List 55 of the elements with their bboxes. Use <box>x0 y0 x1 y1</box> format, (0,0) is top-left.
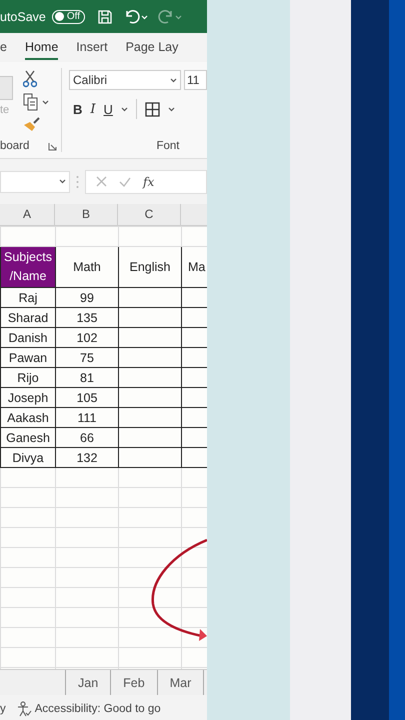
italic-button[interactable]: I <box>90 102 96 116</box>
table-cell: 135 <box>56 308 118 328</box>
accessibility-icon[interactable] <box>16 701 32 717</box>
font-name-field[interactable]: Calibri <box>69 70 181 90</box>
group-label: Font <box>155 140 180 152</box>
group-label: board <box>0 140 30 152</box>
table-cell: 81 <box>56 368 118 388</box>
table-cell: Ganesh <box>0 428 56 448</box>
ribbon-tab[interactable]: Home <box>24 36 58 60</box>
autosave-label: utoSave <box>0 10 46 24</box>
table-cell: Divya <box>0 448 56 468</box>
table-cell: 111 <box>56 408 118 428</box>
ribbon-tab[interactable]: Insert <box>76 36 108 60</box>
caret-icon[interactable] <box>168 106 175 112</box>
caret-icon[interactable] <box>170 78 177 82</box>
table-cell: Joseph <box>0 388 56 408</box>
table-cell: Danish <box>0 328 56 348</box>
accessibility-status[interactable]: Accessibility: Good to go <box>34 703 161 715</box>
status-text: y <box>0 703 6 715</box>
table-header: Subjects /Name <box>0 246 56 288</box>
table-cell: Pawan <box>0 348 56 368</box>
column-header[interactable]: B <box>55 204 118 225</box>
redo-icon[interactable] <box>157 8 184 24</box>
format-painter-icon[interactable] <box>23 116 41 132</box>
table-cell: 102 <box>56 328 118 348</box>
table-cell: 66 <box>56 428 118 448</box>
autosave-toggle[interactable]: Off <box>52 10 86 24</box>
ribbon-tab[interactable]: Page Lay <box>126 36 178 60</box>
table-cell: Sharad <box>0 308 56 328</box>
table-cell: 99 <box>56 288 118 308</box>
bold-button[interactable]: B <box>73 102 82 116</box>
formula-bar[interactable]: fx <box>85 170 207 194</box>
insert-function-button[interactable]: fx <box>143 174 154 188</box>
table-cell: 75 <box>56 348 118 368</box>
table-header: Math <box>56 246 118 288</box>
borders-icon[interactable] <box>144 102 160 116</box>
copy-icon[interactable] <box>23 93 39 111</box>
ribbon-tab[interactable]: e <box>0 36 7 60</box>
column-header[interactable]: A <box>0 204 55 225</box>
underline-button[interactable]: U <box>104 102 113 116</box>
table-cell: Rijo <box>0 368 56 388</box>
table-cell: Raj <box>0 288 56 308</box>
scissors-icon[interactable] <box>23 70 37 88</box>
table-cell: 105 <box>56 388 118 408</box>
table-cell: 132 <box>56 448 118 468</box>
font-size-field[interactable]: 11 <box>184 70 207 90</box>
dialog-launcher-icon[interactable] <box>48 142 57 150</box>
save-icon[interactable] <box>97 8 114 24</box>
table-header: English <box>118 246 182 288</box>
caret-icon[interactable] <box>42 100 49 104</box>
check-icon[interactable] <box>119 176 131 186</box>
table-cell: Aakash <box>0 408 56 428</box>
caret-icon[interactable] <box>120 106 128 112</box>
column-header[interactable]: C <box>118 204 181 225</box>
drag-handle-icon[interactable] <box>76 174 79 188</box>
